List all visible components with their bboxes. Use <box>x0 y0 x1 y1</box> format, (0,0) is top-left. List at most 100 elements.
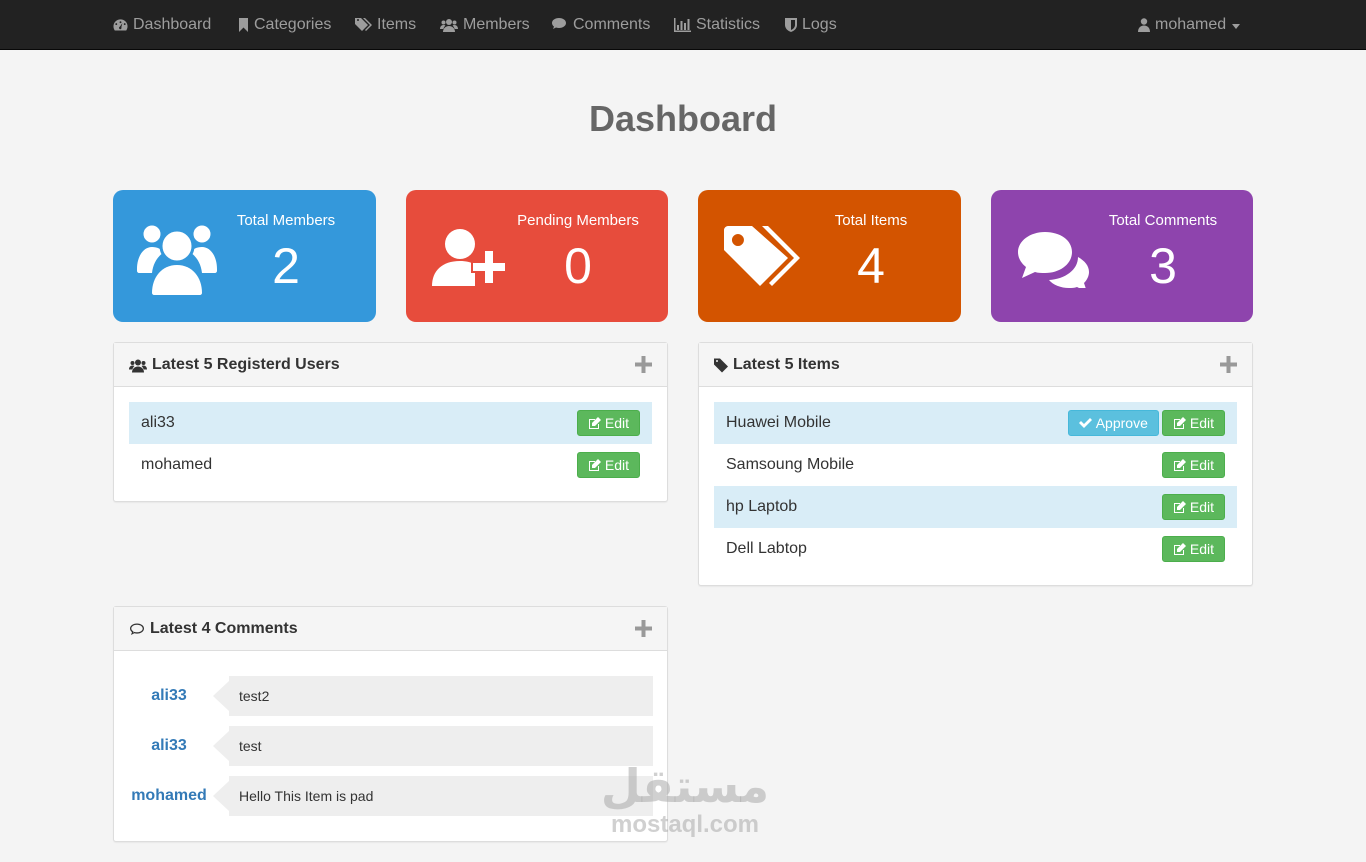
panel-heading: Latest 4 Comments <box>114 607 667 651</box>
edit-button[interactable]: Edit <box>576 410 640 436</box>
stat-label: Total Members <box>236 212 336 229</box>
panel-title: Latest 5 Items <box>714 343 840 387</box>
user-icon <box>1138 18 1150 32</box>
edit-icon <box>1173 417 1186 429</box>
comment-row: ali33 test2 <box>129 676 653 716</box>
list-item: hp Laptob Edit <box>714 486 1237 528</box>
user-name: ali33 <box>141 414 175 431</box>
item-name: Huawei Mobile <box>726 414 831 431</box>
chevron-down-icon <box>1232 23 1241 29</box>
edit-label: Edit <box>1189 499 1214 515</box>
bar-chart-icon <box>674 18 691 32</box>
edit-label: Edit <box>1189 415 1214 431</box>
edit-button[interactable]: Edit <box>1161 494 1225 520</box>
panel-title-text: Latest 5 Items <box>733 356 840 373</box>
stat-label: Pending Members <box>517 212 639 229</box>
nav-label: Statistics <box>696 16 761 33</box>
latest-users-panel: Latest 5 Registerd Users ali33 Edit moha… <box>113 342 668 502</box>
plus-icon[interactable] <box>635 620 652 637</box>
tag-icon <box>714 358 728 373</box>
panel-title: Latest 5 Registerd Users <box>129 343 340 387</box>
stat-value: 3 <box>1149 238 1177 294</box>
nav-dashboard[interactable]: Dashboard <box>113 0 211 50</box>
page-title: Dashboard <box>588 98 778 139</box>
top-navbar: Dashboard Categories Items Members Comme… <box>0 0 1366 50</box>
panel-heading: Latest 5 Items <box>699 343 1252 387</box>
user-plus-icon <box>432 218 514 298</box>
stat-card-total-items[interactable]: Total Items 4 <box>698 190 961 322</box>
comment-text: Hello This Item is pad <box>229 776 653 816</box>
stat-card-pending-members[interactable]: Pending Members 0 <box>406 190 668 322</box>
list-item: Huawei Mobile Approve Edit <box>714 402 1237 444</box>
watermark: مستقل mostaql.com <box>600 760 770 838</box>
edit-icon <box>1173 543 1186 555</box>
user-menu-dropdown[interactable]: mohamed <box>1138 0 1241 50</box>
watermark-latin: mostaql.com <box>610 811 760 838</box>
dashboard-icon <box>113 18 128 32</box>
nav-members[interactable]: Members <box>440 0 530 50</box>
list-item: mohamed Edit <box>129 444 652 486</box>
edit-button[interactable]: Edit <box>1161 452 1225 478</box>
nav-label: Items <box>377 16 417 33</box>
tags-icon <box>355 18 372 32</box>
watermark-arabic: مستقل <box>600 760 770 812</box>
edit-button[interactable]: Edit <box>1161 536 1225 562</box>
approve-label: Approve <box>1095 415 1148 431</box>
stat-card-total-members[interactable]: Total Members 2 <box>113 190 376 322</box>
panel-body: Huawei Mobile Approve Edit Samsoung Mobi… <box>699 387 1252 585</box>
edit-label: Edit <box>604 415 629 431</box>
user-name: mohamed <box>141 456 213 473</box>
nav-label: Logs <box>802 16 837 33</box>
comment-user[interactable]: mohamed <box>129 776 209 816</box>
edit-icon <box>1173 459 1186 471</box>
comment-icon <box>129 622 145 637</box>
edit-icon <box>588 459 601 471</box>
comment-user[interactable]: ali33 <box>129 676 209 716</box>
panel-title-text: Latest 4 Comments <box>150 620 298 637</box>
tags-icon <box>724 226 800 290</box>
edit-label: Edit <box>604 457 629 473</box>
edit-button[interactable]: Edit <box>576 452 640 478</box>
nav-statistics[interactable]: Statistics <box>674 0 760 50</box>
list-item: Dell Labtop Edit <box>714 528 1237 570</box>
stat-value: 2 <box>272 238 300 294</box>
comment-arrow <box>213 781 229 811</box>
stat-value: 4 <box>857 238 885 294</box>
bookmark-icon <box>238 18 249 32</box>
comment-arrow <box>213 731 229 761</box>
nav-categories[interactable]: Categories <box>238 0 331 50</box>
nav-label: Comments <box>573 16 651 33</box>
nav-label: Members <box>463 16 530 33</box>
comment-row: ali33 test <box>129 726 653 766</box>
item-name: hp Laptob <box>726 498 798 515</box>
nav-comments[interactable]: Comments <box>552 0 650 50</box>
stat-label: Total Comments <box>1108 212 1218 229</box>
plus-icon[interactable] <box>1220 356 1237 373</box>
latest-items-panel: Latest 5 Items Huawei Mobile Approve Edi… <box>698 342 1253 586</box>
stat-card-total-comments[interactable]: Total Comments 3 <box>991 190 1253 322</box>
plus-icon[interactable] <box>635 356 652 373</box>
list-item: Samsoung Mobile Edit <box>714 444 1237 486</box>
shield-icon <box>785 18 797 32</box>
comments-icon <box>1017 230 1089 288</box>
stat-value: 0 <box>564 238 592 294</box>
stat-label: Total Items <box>834 212 908 229</box>
nav-items[interactable]: Items <box>355 0 416 50</box>
item-name: Samsoung Mobile <box>726 456 855 473</box>
latest-comments-panel: Latest 4 Comments ali33 test2 ali33 test… <box>113 606 668 842</box>
comment-user[interactable]: ali33 <box>129 726 209 766</box>
panel-heading: Latest 5 Registerd Users <box>114 343 667 387</box>
edit-icon <box>588 417 601 429</box>
comment-text: test <box>229 726 653 766</box>
user-name: mohamed <box>1155 16 1227 33</box>
edit-button[interactable]: Edit <box>1161 410 1225 436</box>
panel-body: ali33 Edit mohamed Edit <box>114 387 667 501</box>
edit-icon <box>1173 501 1186 513</box>
panel-title-text: Latest 5 Registerd Users <box>152 356 340 373</box>
item-name: Dell Labtop <box>726 540 807 557</box>
nav-label: Dashboard <box>133 16 212 33</box>
nav-logs[interactable]: Logs <box>785 0 837 50</box>
comment-text: test2 <box>229 676 653 716</box>
comments-icon <box>552 18 568 32</box>
approve-button[interactable]: Approve <box>1067 410 1159 436</box>
